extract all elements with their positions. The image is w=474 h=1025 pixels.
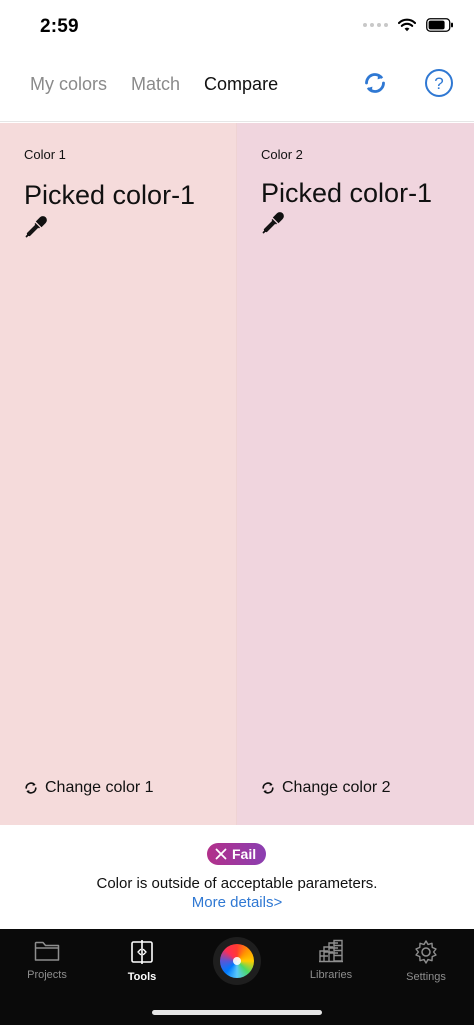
eyedropper-icon (25, 216, 47, 238)
refresh-button[interactable] (360, 68, 390, 98)
tabbar-item-settings[interactable]: Settings (386, 939, 466, 983)
help-button[interactable]: ? (424, 68, 454, 98)
tab-my-colors[interactable]: My colors (30, 74, 107, 95)
tabbar-item-tools[interactable]: Tools (102, 939, 182, 983)
top-navigation: My colors Match Compare ? (0, 56, 474, 122)
tabbar-item-projects[interactable]: Projects (7, 939, 87, 981)
status-bar: 2:59 (0, 0, 474, 56)
svg-text:?: ? (434, 74, 443, 93)
change-color-2-label: Change color 2 (282, 779, 391, 796)
fail-badge-label: Fail (232, 846, 257, 862)
refresh-icon (365, 73, 385, 93)
fail-badge: Fail (207, 843, 267, 865)
tabbar-label-settings: Settings (406, 971, 446, 983)
compare-area: Color 1 Picked color-1 Change color 1 Co… (0, 123, 474, 825)
compare-result: Fail Color is outside of acceptable para… (0, 825, 474, 929)
color-1-picker-button[interactable] (24, 215, 48, 239)
cellular-signal-icon (363, 23, 388, 27)
change-color-2-button[interactable]: Change color 2 (261, 779, 391, 797)
segment-tabs: My colors Match Compare (30, 74, 278, 95)
tabbar-item-libraries[interactable]: Libraries (291, 939, 371, 981)
tabbar-label-projects: Projects (27, 969, 67, 981)
folder-icon (34, 941, 60, 961)
gear-icon (415, 940, 437, 964)
color-2-label: Color 2 (261, 147, 303, 162)
home-indicator (152, 1010, 322, 1015)
tabbar-label-tools: Tools (127, 971, 157, 983)
refresh-small-icon (25, 782, 37, 794)
change-color-1-button[interactable]: Change color 1 (24, 779, 154, 797)
libraries-icon (319, 939, 343, 963)
color-1-panel: Color 1 Picked color-1 Change color 1 (0, 123, 237, 825)
help-icon: ? (425, 69, 453, 97)
nav-actions: ? (360, 68, 454, 98)
wifi-icon (398, 18, 416, 32)
status-indicators (363, 18, 454, 32)
tabbar-label-libraries: Libraries (309, 969, 353, 981)
tools-icon (131, 940, 153, 964)
color-wheel-icon (220, 944, 254, 978)
close-icon (215, 848, 227, 860)
battery-icon (426, 18, 453, 32)
color-2-panel: Color 2 Picked color-1 Change color 2 (237, 123, 474, 825)
more-details-link[interactable]: More details> (0, 894, 474, 911)
refresh-small-icon (262, 782, 274, 794)
color-2-picker-button[interactable] (261, 211, 285, 235)
color-1-label: Color 1 (24, 147, 66, 162)
change-color-1-label: Change color 1 (45, 779, 154, 796)
color-2-name: Picked color-1 (261, 178, 433, 208)
color-wheel-button[interactable] (213, 937, 261, 985)
eyedropper-icon (262, 212, 284, 234)
tab-match[interactable]: Match (131, 74, 180, 95)
status-time: 2:59 (40, 16, 79, 37)
result-message: Color is outside of acceptable parameter… (96, 875, 378, 892)
tab-compare[interactable]: Compare (204, 74, 278, 95)
color-1-name: Picked color-1 (24, 180, 196, 210)
